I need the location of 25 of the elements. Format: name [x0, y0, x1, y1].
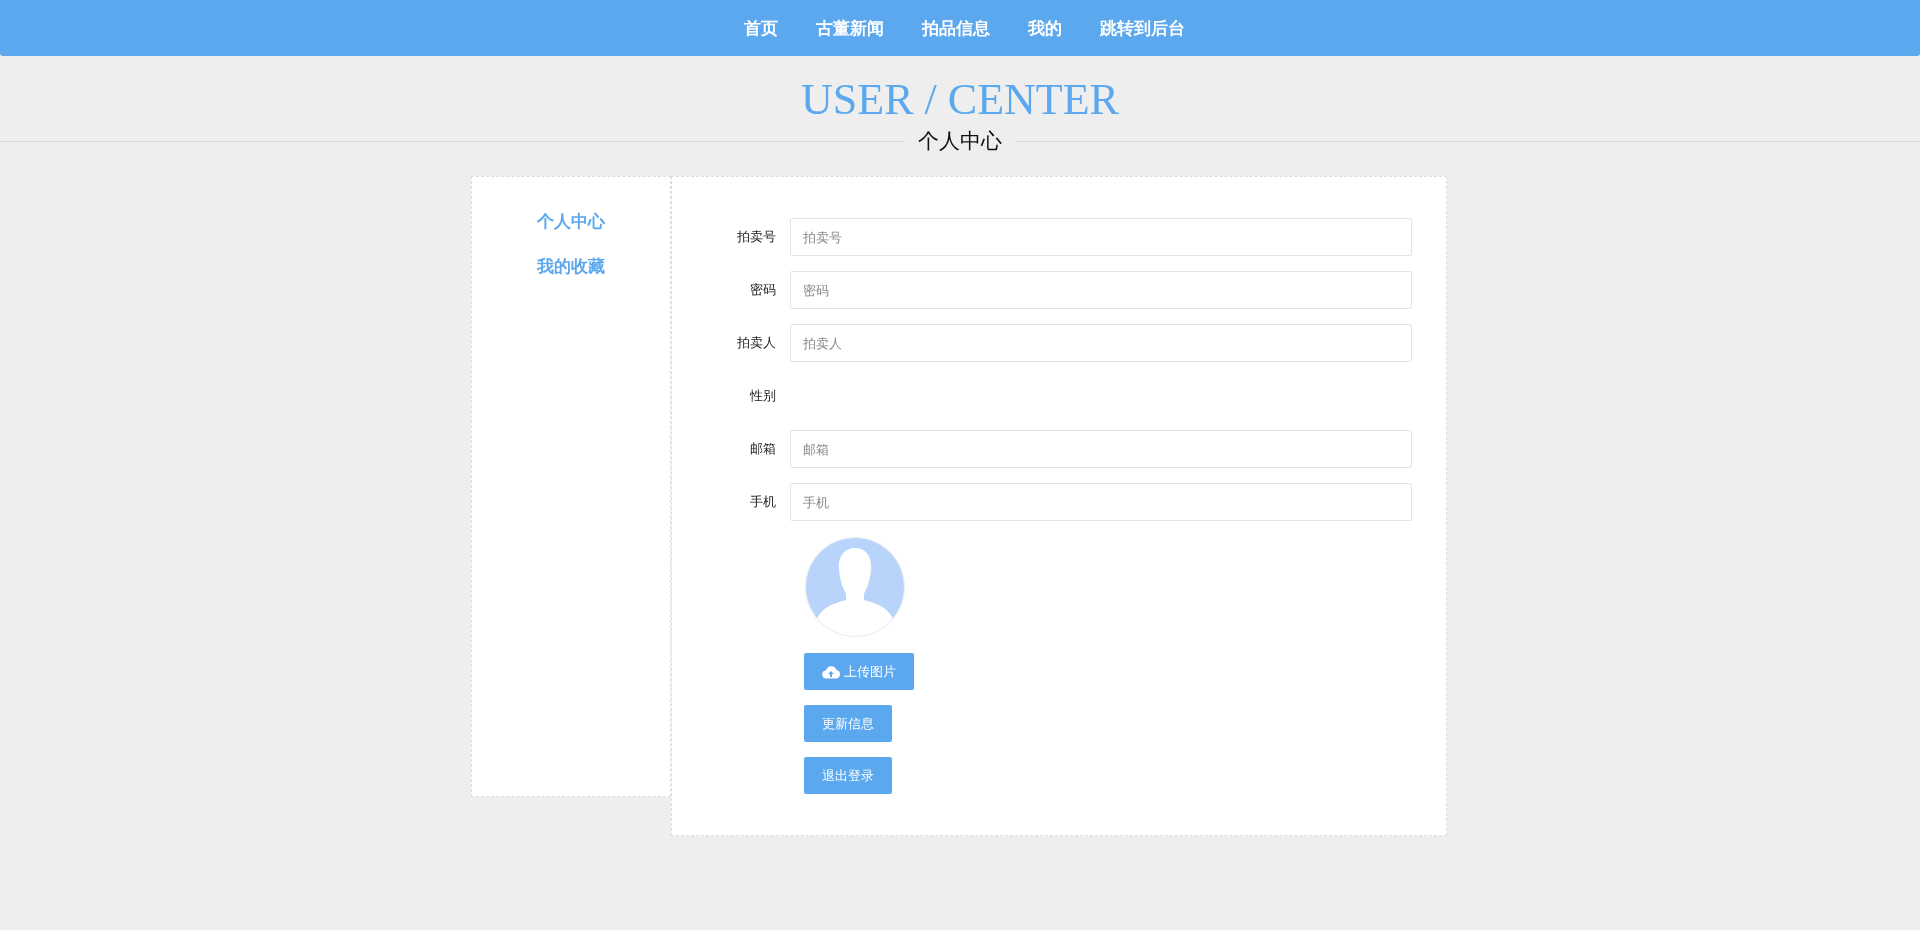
page-subtitle: 个人中心: [917, 128, 1003, 155]
field-label: 拍卖号: [736, 228, 777, 246]
field-label: 密码: [749, 281, 777, 299]
nav-link[interactable]: 我的: [1008, 16, 1081, 40]
sidebar-link[interactable]: 个人中心: [537, 210, 605, 233]
input-field[interactable]: 邮箱: [790, 430, 1412, 468]
avatar-silhouette-icon: [804, 536, 906, 638]
field-label: 邮箱: [749, 440, 777, 458]
action-button[interactable]: 更新信息: [804, 705, 892, 742]
nav-link[interactable]: 首页: [724, 16, 797, 40]
input-field[interactable]: 拍卖号: [790, 218, 1412, 256]
cloud-upload-icon: [822, 664, 840, 679]
input-field[interactable]: 拍卖人: [790, 324, 1412, 362]
field-label: 手机: [749, 493, 777, 511]
upload-button[interactable]: 上传图片: [804, 653, 914, 690]
nav-link[interactable]: 古董新闻: [796, 16, 903, 40]
input-field[interactable]: 密码: [790, 271, 1412, 309]
page-title: USER / CENTER: [800, 76, 1120, 124]
sidebar-link[interactable]: 我的收藏: [537, 255, 605, 278]
field-label: 拍卖人: [736, 334, 777, 352]
field-label: 性别: [749, 387, 777, 405]
action-button[interactable]: 退出登录: [804, 757, 892, 794]
nav-link[interactable]: 拍品信息: [902, 16, 1009, 40]
nav-link[interactable]: 跳转到后台: [1080, 16, 1204, 40]
input-field[interactable]: 手机: [790, 483, 1412, 521]
